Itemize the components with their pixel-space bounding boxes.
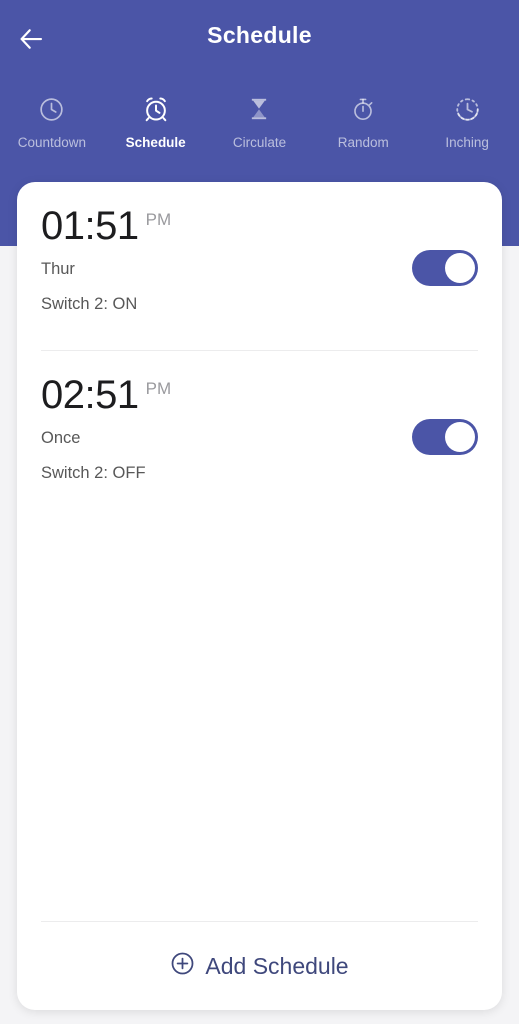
schedule-meridiem-1: PM xyxy=(145,210,172,229)
tab-circulate[interactable]: Circulate xyxy=(208,88,312,174)
tab-inching[interactable]: Inching xyxy=(415,88,519,174)
tab-schedule-label: Schedule xyxy=(125,135,186,150)
dashed-clock-icon xyxy=(454,92,481,126)
toggle-knob xyxy=(445,422,475,452)
alarm-clock-icon xyxy=(142,92,170,126)
clock-icon xyxy=(38,92,65,126)
schedule-time-2: 02:51 PM xyxy=(41,375,478,415)
tab-random-label: Random xyxy=(337,135,389,150)
card-footer: Add Schedule xyxy=(17,921,502,1010)
tab-countdown-label: Countdown xyxy=(17,135,87,150)
tab-bar: Countdown Schedule Circulate Random Inch… xyxy=(0,88,519,174)
page-title: Schedule xyxy=(207,22,312,48)
top-app-bar: Schedule xyxy=(0,0,519,78)
schedule-action-1: Switch 2: ON xyxy=(41,295,138,313)
hourglass-icon xyxy=(246,92,272,126)
tab-countdown[interactable]: Countdown xyxy=(0,88,104,174)
schedule-card: 01:51 PM Thur Switch 2: ON 02:51 PM Once… xyxy=(17,182,502,1010)
tab-schedule[interactable]: Schedule xyxy=(104,88,208,174)
schedule-time-value-2: 02:51 xyxy=(41,373,139,417)
tab-random[interactable]: Random xyxy=(311,88,415,174)
tab-inching-label: Inching xyxy=(445,135,489,150)
schedule-meridiem-2: PM xyxy=(145,379,172,398)
add-schedule-button[interactable]: Add Schedule xyxy=(17,922,502,1010)
schedule-time-value-1: 01:51 xyxy=(41,204,139,248)
plus-circle-icon xyxy=(170,951,195,981)
schedule-toggle-1[interactable] xyxy=(412,250,478,286)
schedule-time-1: 01:51 PM xyxy=(41,206,478,246)
toggle-knob xyxy=(445,253,475,283)
add-schedule-label: Add Schedule xyxy=(205,952,349,979)
stopwatch-icon xyxy=(350,92,376,126)
schedule-row-1[interactable]: 01:51 PM Thur Switch 2: ON xyxy=(17,182,502,350)
schedule-toggle-2[interactable] xyxy=(412,419,478,455)
schedule-action-2: Switch 2: OFF xyxy=(41,464,146,482)
tab-circulate-label: Circulate xyxy=(232,135,287,150)
schedule-row-2[interactable]: 02:51 PM Once Switch 2: OFF xyxy=(17,351,502,519)
